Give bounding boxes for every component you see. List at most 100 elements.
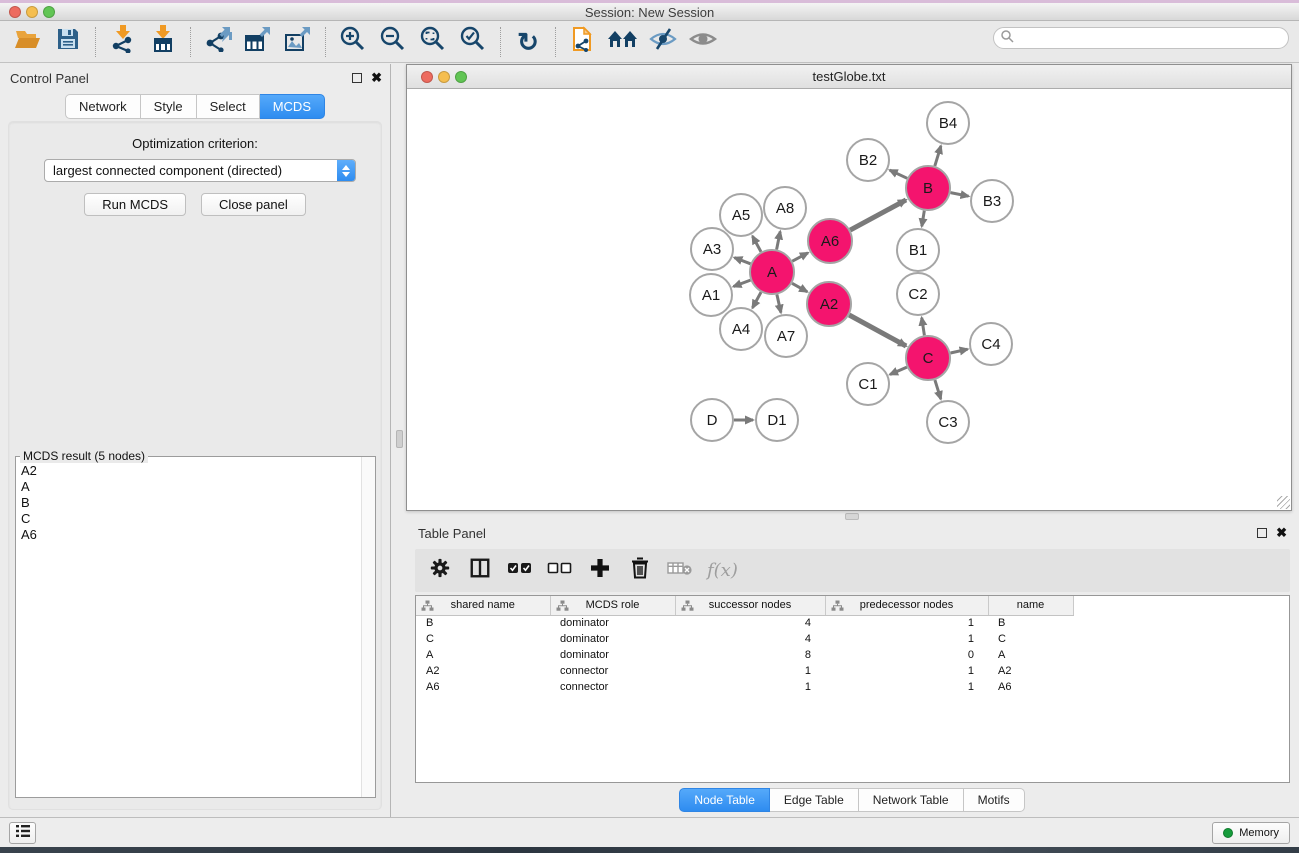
graph-edge[interactable]: [777, 295, 781, 313]
memory-button[interactable]: Memory: [1212, 822, 1290, 844]
search-box[interactable]: [993, 27, 1289, 49]
open-session-button[interactable]: [8, 24, 48, 60]
graph-edge[interactable]: [935, 380, 941, 399]
zoom-selected-button[interactable]: [453, 24, 493, 60]
export-network-button[interactable]: [198, 24, 238, 60]
task-history-button[interactable]: [9, 822, 36, 844]
graph-node-A7[interactable]: A7: [765, 315, 807, 357]
tab-motifs[interactable]: Motifs: [964, 788, 1025, 812]
table-row[interactable]: Cdominator41C: [416, 631, 1289, 647]
tab-style[interactable]: Style: [141, 94, 197, 119]
graph-node-C2[interactable]: C2: [897, 273, 939, 315]
float-table-panel-icon[interactable]: [1257, 528, 1267, 538]
table-cell[interactable]: dominator: [550, 647, 675, 663]
graph-edge[interactable]: [922, 211, 925, 227]
tab-node-table[interactable]: Node Table: [679, 788, 770, 812]
export-image-button[interactable]: [278, 24, 318, 60]
import-table-button[interactable]: [143, 24, 183, 60]
float-panel-icon[interactable]: [352, 73, 362, 83]
tab-mcds[interactable]: MCDS: [260, 94, 325, 119]
zoom-in-button[interactable]: [333, 24, 373, 60]
result-list-item[interactable]: A6: [21, 527, 360, 543]
close-table-panel-icon[interactable]: ✖: [1276, 526, 1287, 539]
table-cell[interactable]: A2: [988, 663, 1073, 679]
table-cell[interactable]: 1: [675, 663, 825, 679]
tab-select[interactable]: Select: [197, 94, 260, 119]
save-session-button[interactable]: [48, 24, 88, 60]
table-cell[interactable]: A: [416, 647, 550, 663]
delete-column-button[interactable]: [627, 558, 653, 584]
table-cell[interactable]: connector: [550, 663, 675, 679]
graph-node-C3[interactable]: C3: [927, 401, 969, 443]
result-list-item[interactable]: C: [21, 511, 360, 527]
graph-edge[interactable]: [951, 349, 968, 353]
graph-node-C1[interactable]: C1: [847, 363, 889, 405]
select-all-columns-button[interactable]: [507, 558, 533, 584]
column-header-successor-nodes[interactable]: successor nodes: [675, 596, 825, 615]
function-builder-button[interactable]: f(x): [707, 560, 738, 581]
node-table-grid[interactable]: shared nameMCDS rolesuccessor nodesprede…: [416, 596, 1289, 695]
refresh-button[interactable]: ↻: [508, 24, 548, 60]
result-scrollbar[interactable]: [361, 457, 375, 797]
graph-node-C4[interactable]: C4: [970, 323, 1012, 365]
graph-node-D1[interactable]: D1: [756, 399, 798, 441]
graph-node-A3[interactable]: A3: [691, 228, 733, 270]
table-cell[interactable]: 1: [825, 631, 988, 647]
tab-network-table[interactable]: Network Table: [859, 788, 964, 812]
table-cell[interactable]: A6: [988, 679, 1073, 695]
close-panel-button[interactable]: Close panel: [201, 193, 306, 216]
column-header-MCDS-role[interactable]: MCDS role: [550, 596, 675, 615]
graph-edge[interactable]: [777, 232, 781, 250]
horizontal-splitter-grip[interactable]: [845, 513, 859, 520]
graph-node-A[interactable]: A: [750, 250, 794, 294]
table-cell[interactable]: 1: [825, 679, 988, 695]
zoom-out-button[interactable]: [373, 24, 413, 60]
vertical-splitter-grip[interactable]: [396, 430, 403, 448]
close-panel-icon[interactable]: ✖: [371, 71, 382, 84]
zoom-fit-button[interactable]: [413, 24, 453, 60]
resize-grip-icon[interactable]: [1277, 496, 1290, 509]
graph-node-B3[interactable]: B3: [971, 180, 1013, 222]
graph-edge[interactable]: [753, 236, 762, 252]
network-from-file-button[interactable]: [563, 24, 603, 60]
table-row[interactable]: Adominator80A: [416, 647, 1289, 663]
graph-node-B[interactable]: B: [906, 166, 950, 210]
graph-node-A5[interactable]: A5: [720, 194, 762, 236]
unselect-all-columns-button[interactable]: [547, 558, 573, 584]
table-cell[interactable]: 4: [675, 631, 825, 647]
graph-edge[interactable]: [734, 258, 750, 264]
graph-node-B1[interactable]: B1: [897, 229, 939, 271]
graph-edge[interactable]: [890, 170, 908, 178]
table-cell[interactable]: 4: [675, 615, 825, 631]
delete-table-button[interactable]: [667, 558, 693, 584]
table-cell[interactable]: B: [416, 615, 550, 631]
table-cell[interactable]: C: [416, 631, 550, 647]
graph-node-A2[interactable]: A2: [807, 282, 851, 326]
table-cell[interactable]: dominator: [550, 631, 675, 647]
table-cell[interactable]: 8: [675, 647, 825, 663]
graph-node-B2[interactable]: B2: [847, 139, 889, 181]
graph-edge[interactable]: [734, 280, 751, 286]
tab-network[interactable]: Network: [65, 94, 141, 119]
table-cell[interactable]: C: [988, 631, 1073, 647]
table-cell[interactable]: connector: [550, 679, 675, 695]
column-header-predecessor-nodes[interactable]: predecessor nodes: [825, 596, 988, 615]
table-cell[interactable]: 1: [825, 615, 988, 631]
graph-node-A8[interactable]: A8: [764, 187, 806, 229]
show-details-button[interactable]: [683, 24, 723, 60]
graph-edge[interactable]: [753, 292, 762, 308]
graph-node-A1[interactable]: A1: [690, 274, 732, 316]
optimization-criterion-select[interactable]: largest connected component (directed): [44, 159, 356, 182]
run-mcds-button[interactable]: Run MCDS: [84, 193, 186, 216]
graph-edge[interactable]: [849, 315, 906, 346]
table-cell[interactable]: 1: [675, 679, 825, 695]
table-cell[interactable]: 0: [825, 647, 988, 663]
graph-node-C[interactable]: C: [906, 336, 950, 380]
search-input[interactable]: [1014, 31, 1288, 45]
graph-edge[interactable]: [922, 318, 925, 336]
table-row[interactable]: A6connector11A6: [416, 679, 1289, 695]
graph-edge[interactable]: [890, 367, 907, 374]
network-window-titlebar[interactable]: testGlobe.txt: [407, 65, 1291, 89]
table-row[interactable]: Bdominator41B: [416, 615, 1289, 631]
import-network-button[interactable]: [103, 24, 143, 60]
